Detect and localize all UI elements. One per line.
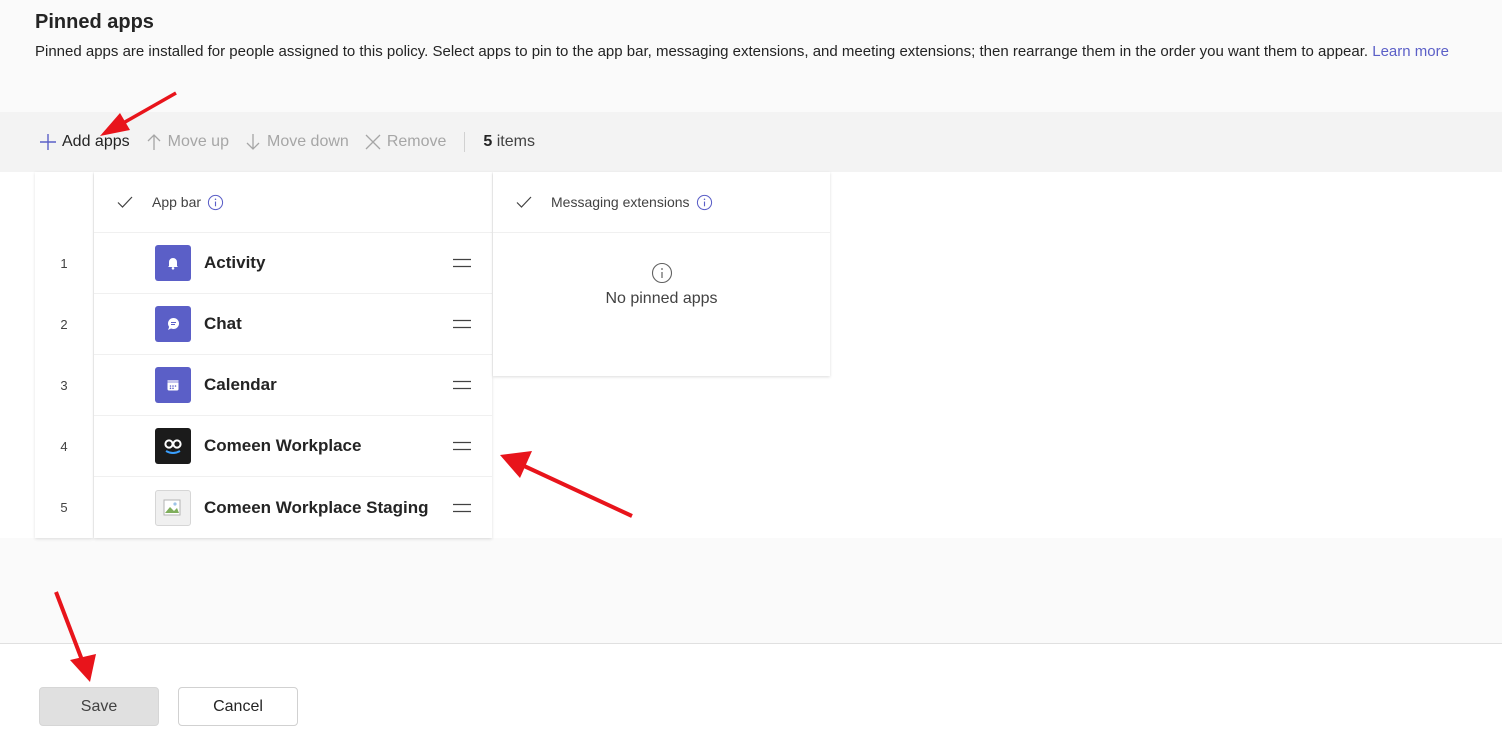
move-down-button[interactable]: Move down — [243, 126, 349, 158]
table-row[interactable]: Chat — [94, 294, 492, 355]
app-bar-card: App bar Activity Chat Calendar Comeen Wo… — [94, 172, 492, 538]
row-number: 4 — [60, 439, 68, 454]
broken-image-icon — [155, 489, 191, 526]
calendar-icon — [155, 367, 191, 403]
row-number: 2 — [60, 317, 68, 332]
plus-icon — [40, 134, 56, 150]
info-icon[interactable] — [207, 194, 224, 211]
remove-button[interactable]: Remove — [363, 126, 447, 158]
add-apps-button[interactable]: Add apps — [38, 126, 130, 158]
remove-label: Remove — [386, 133, 447, 150]
messaging-extensions-header-label: Messaging extensions — [551, 194, 690, 210]
arrow-down-icon — [246, 134, 260, 150]
bell-icon — [155, 245, 191, 281]
chat-icon — [155, 306, 191, 342]
empty-state: No pinned apps — [493, 262, 830, 308]
arrow-up-icon — [147, 134, 161, 150]
checkmark-icon[interactable] — [515, 193, 533, 211]
item-count-label: items — [496, 133, 535, 150]
app-bar-header: App bar — [94, 172, 492, 233]
info-icon — [651, 262, 672, 284]
section-header: Pinned apps Pinned apps are installed fo… — [0, 0, 1502, 112]
drag-handle-icon[interactable] — [452, 314, 472, 334]
drag-handle-icon[interactable] — [452, 498, 472, 518]
description-text: Pinned apps are installed for people ass… — [35, 43, 1369, 60]
table-row[interactable]: Calendar — [94, 355, 492, 416]
messaging-extensions-card: Messaging extensions No pinned apps — [493, 172, 830, 376]
drag-handle-icon[interactable] — [452, 436, 472, 456]
checkmark-icon[interactable] — [116, 193, 134, 211]
app-name: Comeen Workplace — [204, 436, 362, 455]
close-icon — [365, 134, 381, 150]
app-name: Chat — [204, 314, 242, 333]
app-bar-header-label: App bar — [152, 194, 202, 210]
drag-handle-icon[interactable] — [452, 375, 472, 395]
row-number: 3 — [60, 378, 68, 393]
table-row[interactable]: Comeen Workplace Staging — [94, 477, 492, 538]
row-number: 1 — [60, 256, 68, 271]
item-count: 5 items — [483, 133, 535, 151]
app-name: Activity — [204, 253, 266, 272]
cancel-button[interactable]: Cancel — [178, 687, 298, 726]
drag-handle-icon[interactable] — [452, 253, 472, 273]
add-apps-label: Add apps — [62, 133, 130, 150]
pinned-apps-page: Pinned apps Pinned apps are installed fo… — [0, 0, 1502, 746]
table-row[interactable]: Comeen Workplace — [94, 416, 492, 477]
footer: Save Cancel — [0, 644, 1502, 746]
move-up-label: Move up — [167, 133, 229, 150]
section-description: Pinned apps are installed for people ass… — [35, 40, 1500, 63]
comeen-logo-icon — [155, 428, 191, 464]
move-up-button[interactable]: Move up — [144, 126, 229, 158]
info-icon[interactable] — [696, 194, 713, 211]
row-number-column: 1 2 3 4 5 — [35, 172, 93, 538]
messaging-extensions-header: Messaging extensions — [493, 172, 830, 233]
table-row[interactable]: Activity — [94, 233, 492, 294]
learn-more-link[interactable]: Learn more — [1372, 43, 1449, 60]
app-name: Calendar — [204, 375, 277, 394]
pinned-apps-table: 1 2 3 4 5 App bar Activity Chat Calendar… — [0, 172, 1502, 538]
toolbar: Add apps Move up Move down Remove 5 item… — [0, 112, 1502, 172]
move-down-label: Move down — [266, 133, 349, 150]
app-name: Comeen Workplace Staging — [204, 497, 429, 517]
empty-state-text: No pinned apps — [605, 290, 718, 307]
section-title: Pinned apps — [35, 11, 154, 33]
save-button[interactable]: Save — [39, 687, 159, 726]
item-count-number: 5 — [483, 133, 493, 150]
toolbar-divider — [464, 132, 466, 152]
row-number: 5 — [60, 500, 68, 515]
